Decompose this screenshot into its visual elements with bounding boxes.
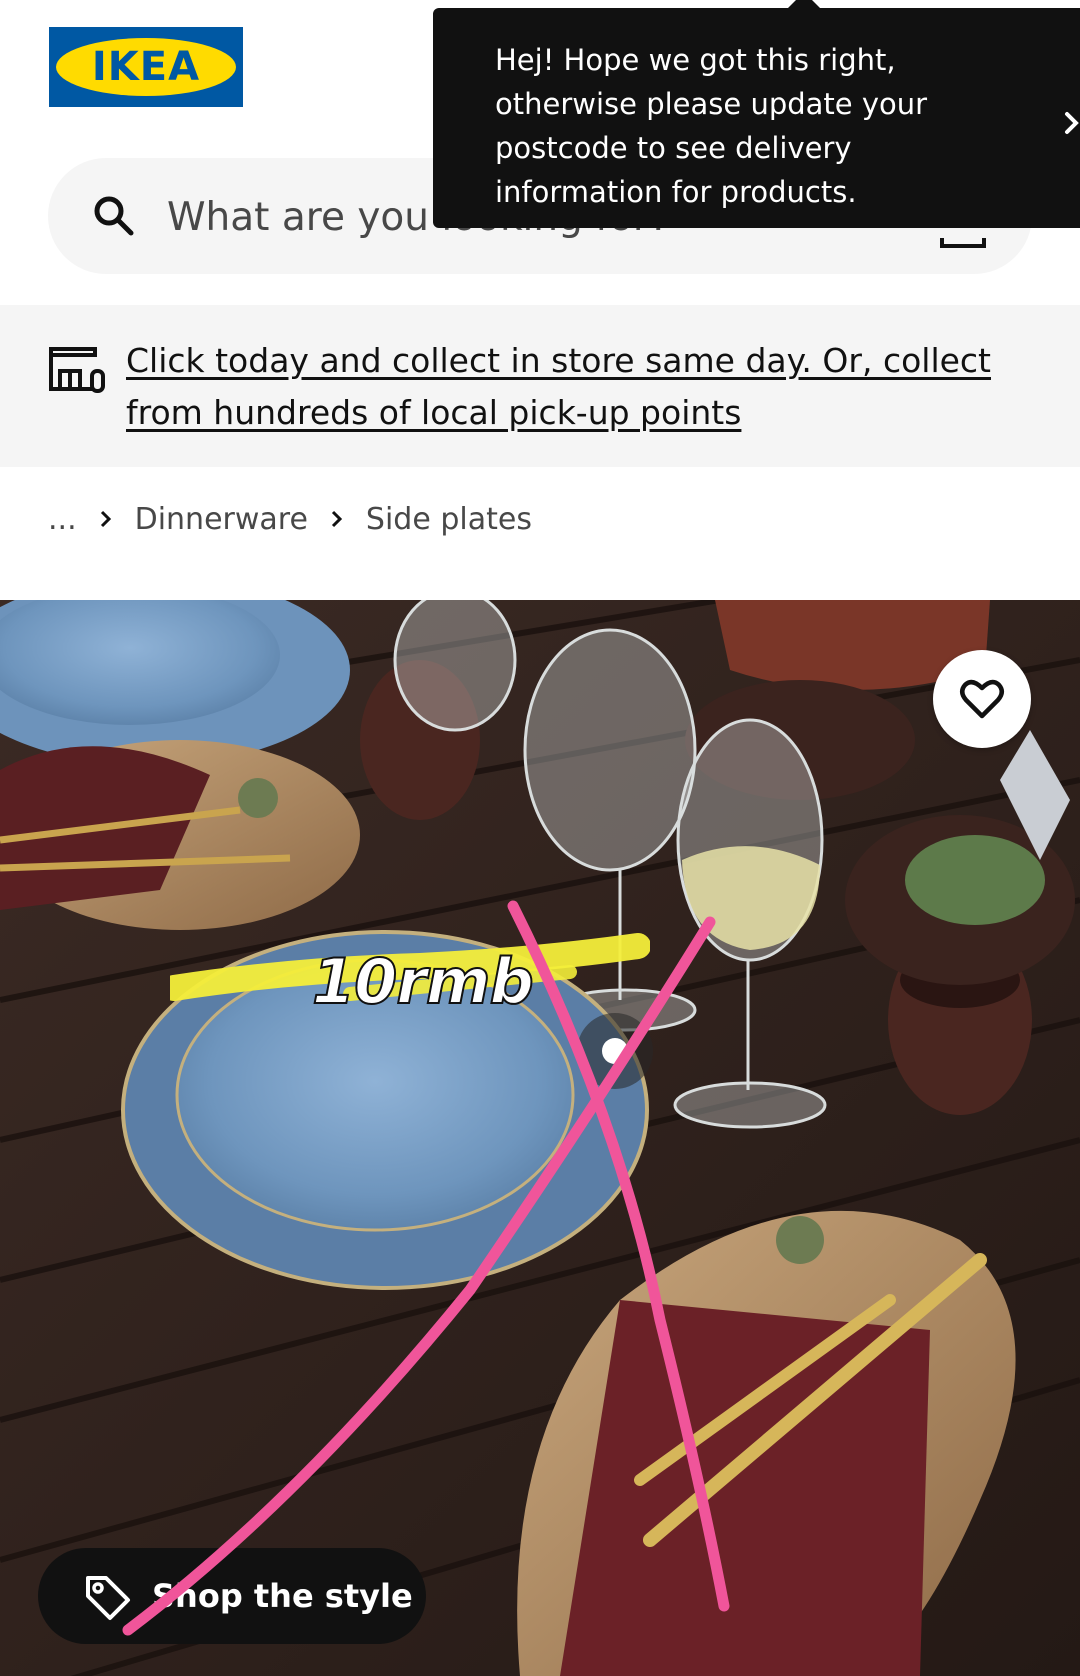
- hotspot-dot: [602, 1038, 628, 1064]
- breadcrumb: ... Dinnerware Side plates: [48, 494, 532, 544]
- table-setting-photo: [0, 600, 1080, 1676]
- tag-icon: [86, 1576, 130, 1620]
- logo-oval: IKEA: [56, 38, 236, 96]
- product-hotspot[interactable]: [577, 1013, 653, 1089]
- ikea-logo[interactable]: IKEA: [49, 27, 243, 107]
- shop-the-style-button[interactable]: Shop the style: [38, 1548, 426, 1644]
- breadcrumb-side-plates[interactable]: Side plates: [366, 502, 532, 537]
- click-collect-banner: Click today and collect in store same da…: [0, 305, 1080, 467]
- logo-text: IKEA: [91, 44, 201, 90]
- search-icon[interactable]: [92, 194, 136, 238]
- breadcrumb-dinnerware[interactable]: Dinnerware: [135, 502, 308, 537]
- favourite-button[interactable]: [933, 650, 1031, 748]
- breadcrumb-ellipsis[interactable]: ...: [48, 502, 77, 537]
- click-collect-link[interactable]: Click today and collect in store same da…: [126, 335, 1006, 439]
- store-icon: [49, 347, 105, 393]
- shop-the-style-label: Shop the style: [152, 1577, 413, 1615]
- close-icon[interactable]: [1057, 108, 1080, 138]
- price-annotation: 10rmb: [311, 945, 535, 1019]
- postcode-tooltip: Hej! Hope we got this right, otherwise p…: [433, 8, 1080, 228]
- chevron-right-icon: [331, 510, 343, 528]
- chevron-right-icon: [100, 510, 111, 528]
- tooltip-text: Hej! Hope we got this right, otherwise p…: [495, 43, 928, 209]
- heart-icon: [960, 679, 1004, 719]
- product-hero-image[interactable]: 10rmb Shop the style: [0, 600, 1080, 1676]
